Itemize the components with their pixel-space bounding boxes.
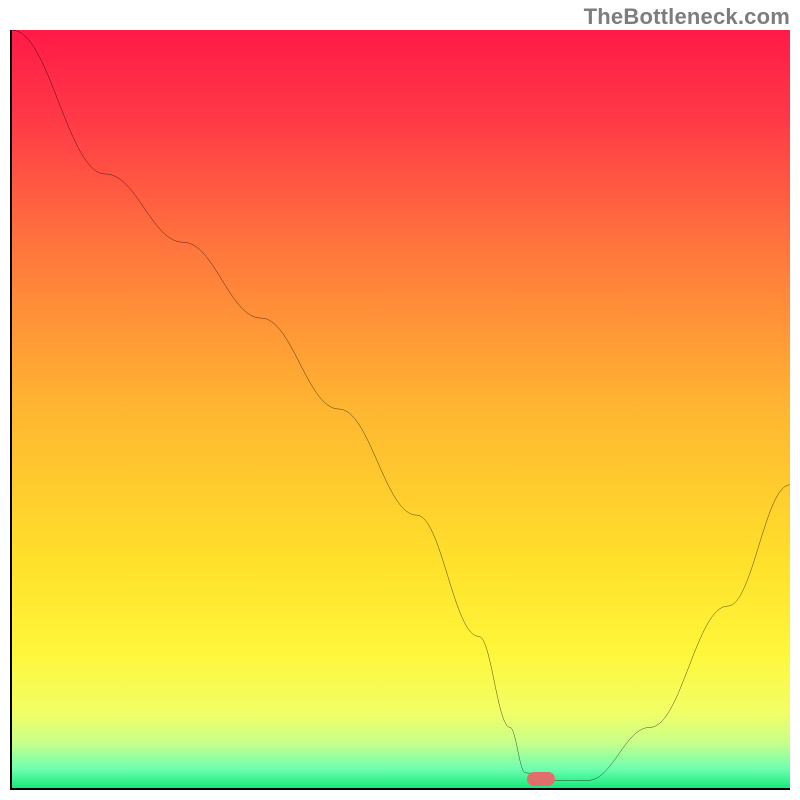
- bottleneck-curve: [12, 30, 790, 788]
- watermark-text: TheBottleneck.com: [584, 4, 790, 30]
- optimal-marker: [527, 772, 555, 786]
- plot-area: [10, 30, 790, 790]
- chart-canvas: TheBottleneck.com: [0, 0, 800, 800]
